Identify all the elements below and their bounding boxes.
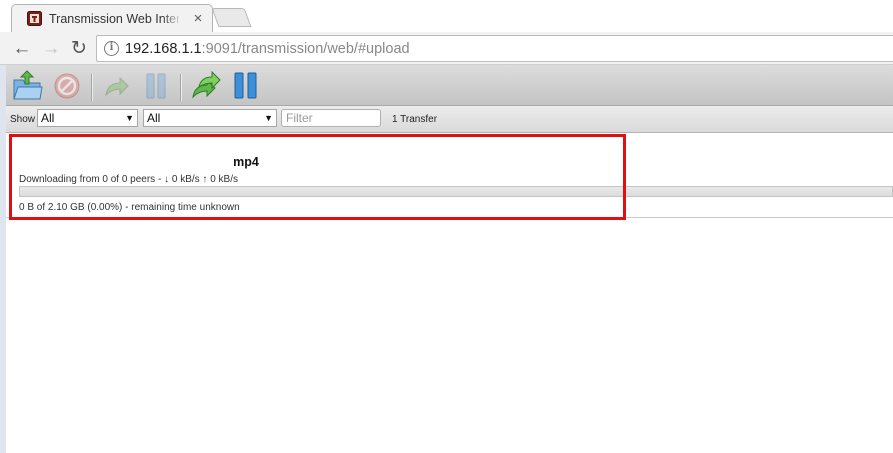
browser-toolbar: ← → ↻ i 192.168.1.1:9091/transmission/we… [0,32,893,65]
transmission-favicon-icon [27,11,42,26]
toolbar-separator [180,74,181,101]
new-tab-button[interactable] [211,8,252,27]
remove-icon[interactable] [50,69,84,102]
tracker-filter-value: All [147,111,161,125]
torrent-name: mp4 [233,155,259,169]
reload-icon[interactable]: ↻ [68,38,90,60]
torrent-row[interactable]: mp4 Downloading from 0 of 0 peers - ↓ 0 … [6,133,893,218]
resume-all-icon[interactable] [189,69,223,102]
resume-icon[interactable] [99,69,133,102]
filter-bar: Show All ▼ All ▼ Filter 1 Transfer [6,106,893,133]
pause-all-icon[interactable] [230,69,264,102]
torrent-peers: Downloading from 0 of 0 peers - ↓ 0 kB/s… [19,174,238,185]
close-tab-icon[interactable]: × [190,11,206,27]
status-filter-select[interactable]: All ▼ [37,109,138,127]
toolbar-separator [91,74,92,101]
open-torrent-icon[interactable] [10,69,44,102]
show-label: Show [10,114,36,125]
dropdown-arrow-icon: ▼ [125,113,134,123]
tab-title: Transmission Web Interface [49,12,179,26]
tracker-filter-select[interactable]: All ▼ [143,109,277,127]
torrent-list: mp4 Downloading from 0 of 0 peers - ↓ 0 … [6,133,893,453]
forward-arrow-icon[interactable]: → [40,38,62,60]
browser-tab[interactable]: Transmission Web Interface × [11,4,213,32]
transmission-toolbar [6,65,893,106]
browser-tab-strip: Transmission Web Interface × [0,0,893,32]
torrent-progress-bar [19,186,893,197]
filter-input[interactable]: Filter [281,109,381,127]
transfer-count: 1 Transfer [392,114,438,125]
address-bar[interactable]: i 192.168.1.1:9091/transmission/web/#upl… [96,35,893,62]
transmission-app: Show All ▼ All ▼ Filter 1 Transfer mp4 D… [0,65,893,453]
url-host: 192.168.1.1 [125,41,202,57]
status-filter-value: All [41,111,55,125]
site-info-icon[interactable]: i [104,41,119,56]
url-text: 192.168.1.1:9091/transmission/web/#uploa… [125,41,410,58]
torrent-status: 0 B of 2.10 GB (0.00%) - remaining time … [19,202,240,213]
tab-title-fade [162,9,182,27]
pause-icon[interactable] [139,69,173,102]
back-arrow-icon[interactable]: ← [11,38,33,60]
dropdown-arrow-icon: ▼ [264,113,273,123]
url-path: :9091/transmission/web/#upload [201,41,410,57]
